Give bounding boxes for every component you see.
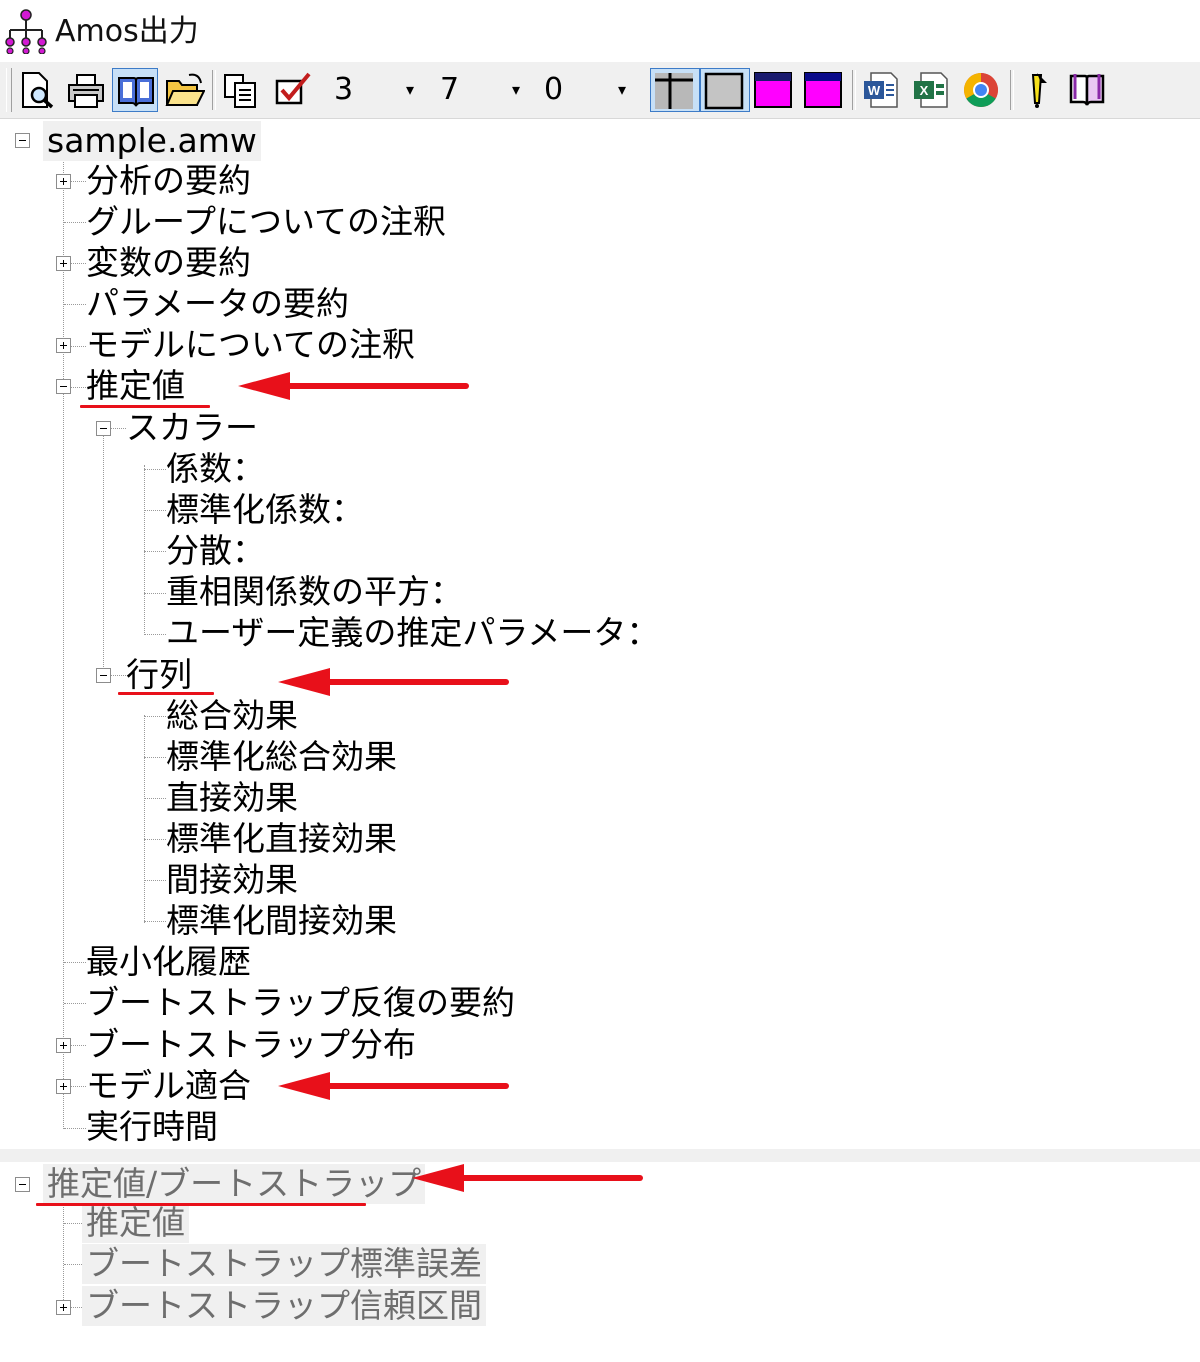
toolbar-grip[interactable]: [6, 68, 12, 112]
help-pointer-icon: [1031, 73, 1047, 108]
tree-node-parameter-summary[interactable]: パラメータの要約: [86, 284, 349, 324]
column-width-spinner[interactable]: 7 ▾: [432, 70, 536, 110]
column-width-dropdown-icon[interactable]: ▾: [500, 74, 532, 106]
options-button[interactable]: [270, 68, 316, 112]
view-output-button[interactable]: [112, 68, 158, 112]
tree-node-std-total-effects[interactable]: 標準化総合効果: [166, 737, 397, 777]
collapse-toggle-matrices[interactable]: [96, 668, 111, 683]
export-word-button[interactable]: W: [858, 68, 904, 112]
title-bar: Amos出力: [0, 0, 1200, 62]
tree-node-matrices[interactable]: 行列: [126, 655, 192, 695]
word-icon: W: [864, 72, 898, 108]
tree2-node-bootstrap-se[interactable]: ブートストラップ標準誤差: [82, 1244, 486, 1284]
tree-node-minimization-history[interactable]: 最小化履歴: [86, 942, 251, 982]
copy-icon: [224, 74, 256, 108]
expand-toggle-variable-summary[interactable]: [56, 256, 71, 271]
decimal-places-dropdown-icon[interactable]: ▾: [394, 74, 426, 106]
svg-text:W: W: [868, 83, 881, 98]
tree-node-scalars[interactable]: スカラー: [126, 408, 258, 448]
help-book-icon: [1069, 74, 1105, 106]
pane-divider[interactable]: [0, 1149, 1200, 1162]
tree-node-indirect-effects[interactable]: 間接効果: [166, 860, 298, 900]
tree2-node-bootstrap-ci[interactable]: ブートストラップ信頼区間: [82, 1286, 486, 1326]
column-width-value: 7: [440, 72, 460, 107]
tree-node-bootstrap-distributions[interactable]: ブートストラップ分布: [86, 1025, 416, 1065]
table-rows-dropdown-icon[interactable]: ▾: [606, 74, 638, 106]
grid-lines-button[interactable]: [650, 68, 700, 112]
chrome-icon: [964, 73, 998, 107]
estimates-bootstrap-tree[interactable]: 推定値/ブートストラップ 推定値 ブートストラップ標準誤差 ブートストラップ信頼…: [0, 1162, 1200, 1362]
collapse-toggle-estimates[interactable]: [56, 379, 71, 394]
tree-node-std-coefficients[interactable]: 標準化係数：: [166, 490, 364, 530]
collapse-toggle-root[interactable]: [15, 133, 30, 148]
grid-lines-icon: [655, 73, 693, 109]
help-button[interactable]: [1064, 68, 1110, 112]
magenta-table-icon: [804, 72, 842, 108]
tree-node-analysis-summary[interactable]: 分析の要約: [86, 161, 251, 201]
export-excel-button[interactable]: X: [908, 68, 954, 112]
toolbar: 3 ▾ 7 ▾ 0 ▾ W X: [0, 62, 1200, 119]
table-rows-spinner[interactable]: 0 ▾: [536, 70, 642, 110]
annotation-arrow-matrices: [278, 668, 509, 696]
collapse-toggle-scalars[interactable]: [96, 421, 111, 436]
annotation-arrow-model-fit: [278, 1072, 509, 1100]
print-preview-icon: [22, 72, 54, 109]
tree-node-user-params[interactable]: ユーザー定義の推定パラメータ：: [166, 613, 659, 653]
tree-node-variances[interactable]: 分散：: [166, 531, 265, 571]
open-book-icon: [118, 77, 154, 107]
magenta-table-icon: [754, 72, 792, 108]
annotation-underline-estimates-bootstrap: [36, 1203, 366, 1206]
tree-node-execution-time[interactable]: 実行時間: [86, 1107, 218, 1147]
print-button[interactable]: [62, 68, 108, 112]
tree-node-std-indirect-effects[interactable]: 標準化間接効果: [166, 901, 397, 941]
table-rows-value: 0: [544, 72, 564, 107]
tree-node-variable-summary[interactable]: 変数の要約: [86, 243, 251, 283]
open-button[interactable]: [162, 68, 208, 112]
expand-toggle-bootstrap-distributions[interactable]: [56, 1038, 71, 1053]
decimal-places-value: 3: [334, 72, 354, 107]
window-title: Amos出力: [55, 14, 199, 49]
gray-table-icon: [704, 72, 744, 110]
amos-logo-icon: [5, 9, 47, 54]
magenta-table-button[interactable]: [750, 68, 800, 112]
tree-node-std-direct-effects[interactable]: 標準化直接効果: [166, 819, 397, 859]
magenta-header-table-button[interactable]: [800, 68, 850, 112]
tree-root-node[interactable]: sample.amw: [43, 121, 261, 161]
tree-node-coefficients[interactable]: 係数：: [166, 449, 265, 489]
excel-icon: X: [914, 72, 948, 108]
annotation-arrow-estimates: [238, 372, 469, 400]
context-help-button[interactable]: [1016, 68, 1062, 112]
svg-text:X: X: [920, 83, 929, 98]
open-folder-icon: [165, 73, 205, 106]
printer-icon: [68, 74, 104, 108]
copy-button[interactable]: [218, 68, 264, 112]
checkbox-icon: [275, 72, 311, 105]
annotation-underline-matrices: [118, 692, 214, 695]
annotation-underline-estimates: [80, 405, 210, 408]
collapse-toggle-estimates-bootstrap[interactable]: [15, 1177, 30, 1192]
expand-toggle-bootstrap-ci[interactable]: [56, 1300, 71, 1315]
tree-node-smc[interactable]: 重相関係数の平方：: [166, 572, 463, 612]
expand-toggle-model-fit[interactable]: [56, 1079, 71, 1094]
annotation-arrow-estimates-bootstrap: [412, 1164, 643, 1192]
tree-node-estimates[interactable]: 推定値: [86, 366, 185, 406]
tree-node-total-effects[interactable]: 総合効果: [166, 696, 298, 736]
decimal-places-spinner[interactable]: 3 ▾: [326, 70, 432, 110]
gray-background-button[interactable]: [700, 68, 750, 112]
print-preview-button[interactable]: [14, 68, 60, 112]
tree-node-direct-effects[interactable]: 直接効果: [166, 778, 298, 818]
tree2-node-estimates[interactable]: 推定値: [82, 1203, 189, 1243]
expand-toggle-analysis-summary[interactable]: [56, 174, 71, 189]
expand-toggle-model-notes[interactable]: [56, 338, 71, 353]
tree-node-group-notes[interactable]: グループについての注釈: [86, 202, 446, 242]
tree-node-model-fit[interactable]: モデル適合: [86, 1066, 251, 1106]
tree-node-model-notes[interactable]: モデルについての注釈: [86, 325, 415, 365]
output-tree[interactable]: sample.amw 分析の要約 グループについての注釈 変数の要約 パラメータ…: [0, 119, 1200, 1149]
tree2-root-node[interactable]: 推定値/ブートストラップ: [43, 1164, 426, 1204]
open-browser-button[interactable]: [958, 68, 1004, 112]
tree-node-bootstrap-iterations[interactable]: ブートストラップ反復の要約: [86, 983, 515, 1023]
